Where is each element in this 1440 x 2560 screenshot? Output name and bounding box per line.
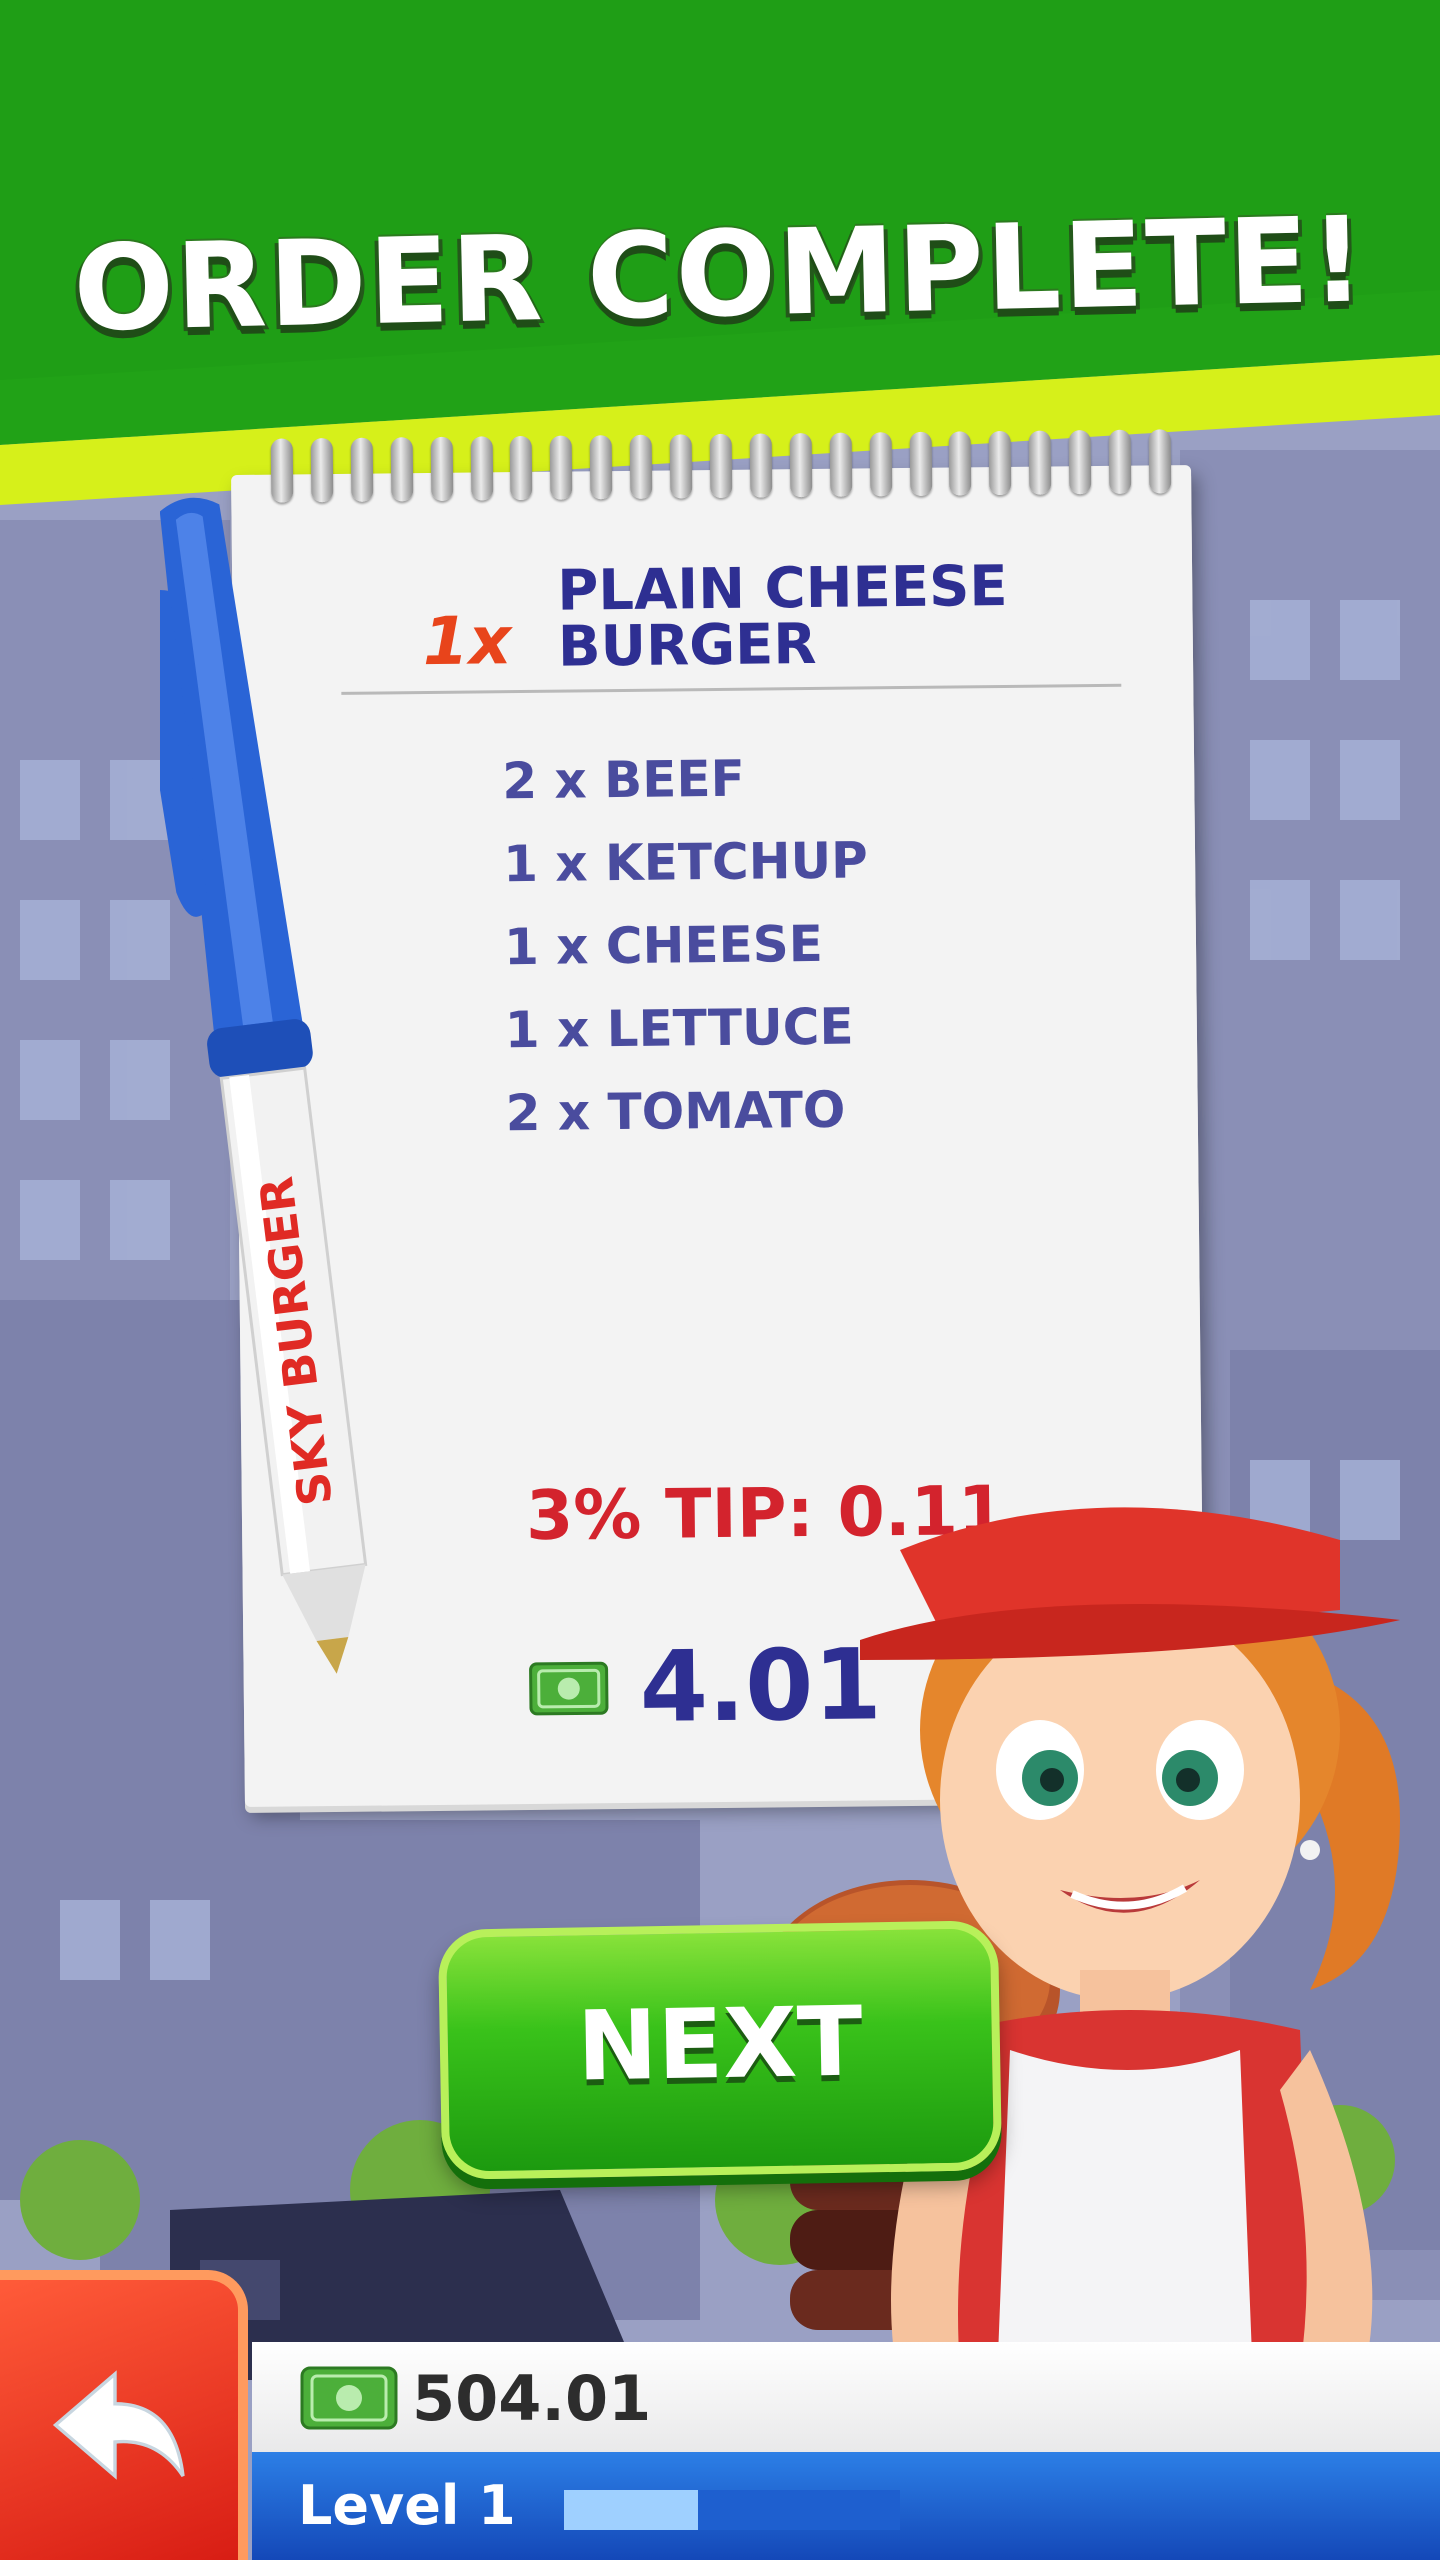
- order-item-name: PLAIN CHEESE BURGER: [556, 553, 1008, 680]
- cash-icon: [529, 1661, 609, 1716]
- ingredient-item: 1 x LETTUCE: [504, 997, 854, 1060]
- pen-illustration: SKY BURGER: [160, 497, 368, 1674]
- money-amount: 504.01: [412, 2362, 652, 2435]
- ingredient-item: 1 x KETCHUP: [502, 831, 869, 894]
- money-bar: 504.01: [252, 2342, 1440, 2452]
- level-label: Level 1: [298, 2474, 516, 2537]
- xp-progress-fill: [564, 2490, 699, 2530]
- ingredient-item: 1 x CHEESE: [503, 914, 824, 977]
- ingredient-item: 2 x TOMATO: [505, 1080, 846, 1143]
- back-arrow-icon: [52, 2370, 185, 2480]
- level-bar: Level 1: [252, 2452, 1440, 2560]
- cash-icon: [300, 2366, 398, 2430]
- back-button[interactable]: [0, 2270, 248, 2560]
- xp-progress-track: [564, 2490, 900, 2530]
- next-button-label: NEXT: [576, 1985, 864, 2103]
- order-quantity: 1x: [422, 602, 512, 681]
- ingredient-list: 2 x BEEF 1 x KETCHUP 1 x CHEESE 1 x LETT…: [502, 736, 871, 1155]
- ingredient-item: 2 x BEEF: [501, 749, 746, 811]
- next-button[interactable]: NEXT: [437, 1920, 1003, 2180]
- order-divider: [341, 683, 1122, 695]
